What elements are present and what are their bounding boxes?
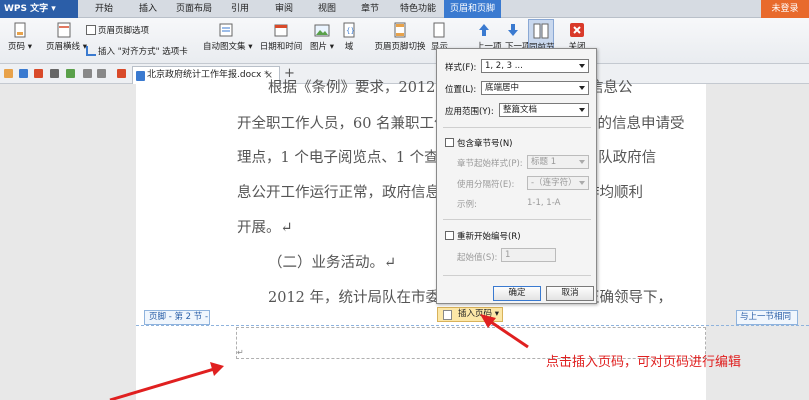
wps-window: WPS 文字 ▾ 开始 插入 页面布局 引用 审阅 视图 章节 特色功能 页眉和… <box>0 0 809 400</box>
arrow-to-footer <box>109 362 224 400</box>
annotation-arrows <box>109 314 529 400</box>
annotation-text: 点击插入页码，可对页码进行编辑 <box>546 355 742 370</box>
arrow-to-insert-button <box>480 314 529 349</box>
